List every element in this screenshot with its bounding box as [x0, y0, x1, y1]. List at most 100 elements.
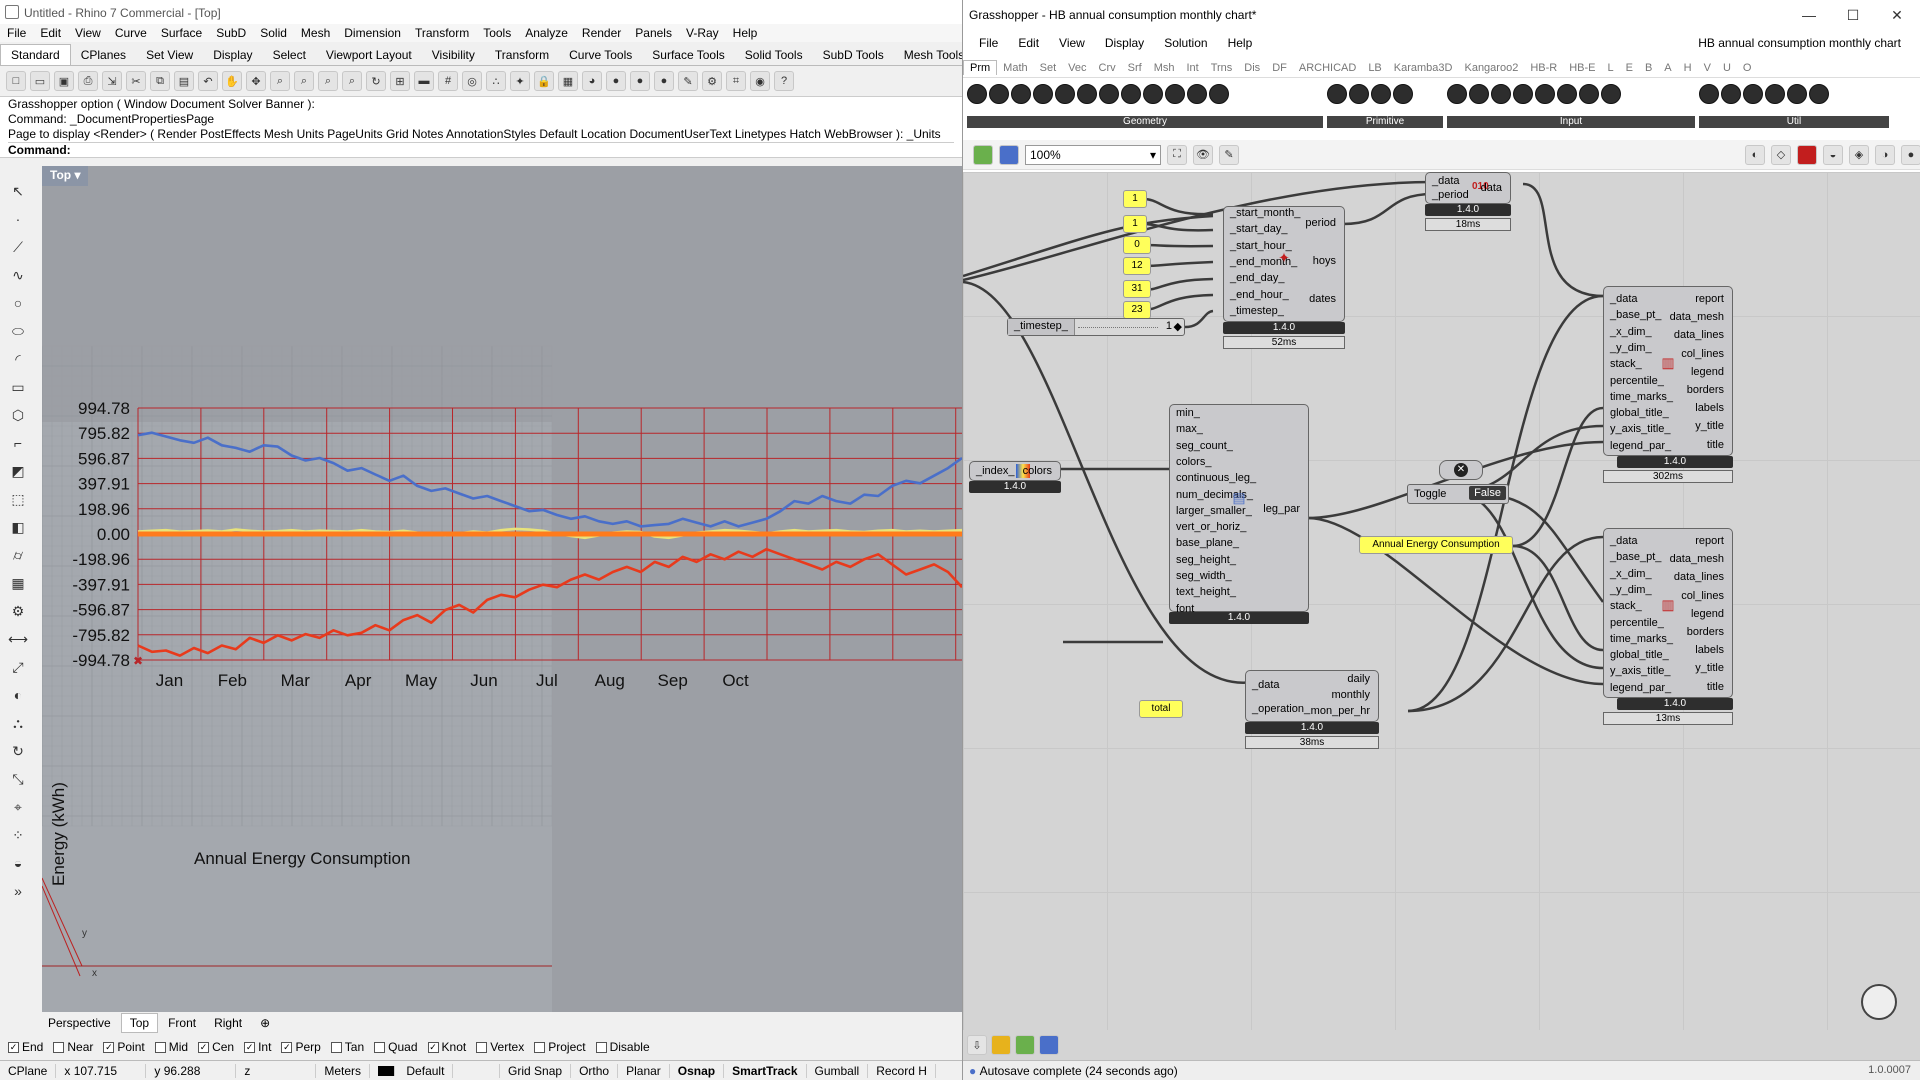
circle-icon[interactable]: ○ [8, 292, 28, 314]
osnap-quad[interactable]: Quad [374, 1040, 418, 1054]
param-icon[interactable] [1447, 84, 1467, 104]
toggle-value[interactable]: False [1469, 486, 1506, 500]
menu-render[interactable]: Render [575, 26, 628, 40]
python-icon[interactable] [1039, 1035, 1059, 1055]
box-icon[interactable]: ◧ [8, 516, 28, 538]
layer-label[interactable]: Default [370, 1063, 501, 1078]
osnap-int[interactable]: ✓ Int [244, 1040, 271, 1054]
panel-chart-title[interactable]: Annual Energy Consumption [1359, 536, 1513, 554]
osnap-checkbox[interactable] [595, 1041, 607, 1053]
paste-icon[interactable]: ▤ [174, 71, 194, 91]
open-file-icon[interactable]: ▭ [30, 71, 50, 91]
gh-tab-msh[interactable]: Msh [1148, 62, 1181, 74]
toggle-gumball[interactable]: Gumball [807, 1063, 869, 1078]
zoom-window-icon[interactable]: ⌕ [294, 71, 314, 91]
maximize-icon[interactable]: ☐ [1833, 4, 1873, 26]
param-icon[interactable] [1371, 84, 1391, 104]
analyze-icon[interactable]: ⌖ [8, 796, 28, 818]
menu-mesh[interactable]: Mesh [294, 26, 337, 40]
boolean-icon[interactable]: ◐ [8, 684, 28, 706]
shaded-preview-icon[interactable]: ◑ [1875, 144, 1895, 165]
menu-view[interactable]: View [68, 26, 108, 40]
view-tab-top[interactable]: Top [120, 1013, 159, 1033]
wireframe-icon[interactable]: ◇ [1771, 144, 1791, 165]
preview-selected-icon[interactable] [1797, 144, 1817, 165]
properties-icon[interactable]: ⌗ [726, 71, 746, 91]
light-icon[interactable]: ✦ [510, 71, 530, 91]
zoom-icon[interactable]: ⌕ [270, 71, 290, 91]
menu-analyze[interactable]: Analyze [518, 26, 575, 40]
shaded-sphere-icon[interactable]: ● [606, 71, 626, 91]
command-prompt[interactable]: Command: [8, 142, 954, 158]
osnap-end[interactable]: ✓ End [8, 1040, 43, 1054]
osnap-vertex[interactable]: Vertex [476, 1040, 524, 1054]
slider-grip-icon[interactable]: ◆ [1174, 320, 1182, 333]
view-tab-front[interactable]: Front [160, 1014, 204, 1032]
menu-panels[interactable]: Panels [628, 26, 679, 40]
document-preview-icon[interactable]: ◒ [1823, 144, 1843, 165]
menu-dimension[interactable]: Dimension [337, 26, 408, 40]
param-icon[interactable] [1327, 84, 1347, 104]
toggle-record-history[interactable]: Record H [868, 1063, 936, 1078]
menu-tools[interactable]: Tools [476, 26, 518, 40]
select-arrow-icon[interactable]: ↖ [8, 180, 28, 202]
gh-tab-int[interactable]: Int [1180, 62, 1204, 74]
param-icon[interactable] [1809, 84, 1829, 104]
param-icon[interactable] [1209, 84, 1229, 104]
toggle-osnap[interactable]: Osnap [670, 1063, 725, 1078]
ribbon-label-input[interactable]: Input [1447, 116, 1695, 128]
osnap-checkbox[interactable]: ✓ [281, 1041, 293, 1053]
zoom-select[interactable]: 100% ▾ [1025, 144, 1161, 165]
gh-tab-kangaroo2[interactable]: Kangaroo2 [1458, 62, 1524, 74]
param-icon[interactable] [1055, 84, 1075, 104]
osnap-perp[interactable]: ✓ Perp [281, 1040, 321, 1054]
tab-surface-tools[interactable]: Surface Tools [642, 45, 735, 65]
import-icon[interactable]: ⇲ [102, 71, 122, 91]
gh-tab-dis[interactable]: Dis [1238, 62, 1266, 74]
grasshopper-icon[interactable]: ◉ [750, 71, 770, 91]
param-icon[interactable] [1011, 84, 1031, 104]
pan-hand-icon[interactable]: ✋ [222, 71, 242, 91]
save-icon[interactable]: ▣ [54, 71, 74, 91]
preview-eye-icon[interactable]: 👁 [1193, 144, 1213, 165]
gh-tab-math[interactable]: Math [997, 62, 1033, 74]
menu-transform[interactable]: Transform [408, 26, 476, 40]
galapagos-icon[interactable] [991, 1035, 1011, 1055]
render-sphere-icon[interactable]: ● [630, 71, 650, 91]
ribbon-label-primitive[interactable]: Primitive [1327, 116, 1443, 128]
osnap-tan[interactable]: Tan [330, 1040, 364, 1054]
ellipse-icon[interactable]: ⬭ [8, 320, 28, 342]
gh-tab-df[interactable]: DF [1266, 62, 1293, 74]
param-icon[interactable] [1743, 84, 1763, 104]
car-icon[interactable]: ▬ [414, 71, 434, 91]
surface-icon[interactable]: ◩ [8, 460, 28, 482]
cplane-label[interactable]: CPlane [0, 1063, 57, 1078]
panel-start-day[interactable]: 1 [1123, 215, 1147, 233]
copy-icon[interactable]: ⧉ [150, 71, 170, 91]
osnap-checkbox[interactable]: ✓ [198, 1041, 210, 1053]
tab-standard[interactable]: Standard [0, 44, 71, 65]
param-icon[interactable] [1557, 84, 1577, 104]
navigation-compass-icon[interactable] [1861, 984, 1897, 1020]
gh-tab-trns[interactable]: Trns [1205, 62, 1239, 74]
menu-solid[interactable]: Solid [253, 26, 294, 40]
gh-menu-edit[interactable]: Edit [1008, 36, 1049, 50]
gh-tab-h[interactable]: H [1678, 62, 1698, 74]
cut-icon[interactable]: ✂ [126, 71, 146, 91]
toggle-planar[interactable]: Planar [618, 1063, 670, 1078]
menu-subd[interactable]: SubD [209, 26, 253, 40]
gh-tab-srf[interactable]: Srf [1122, 62, 1148, 74]
sketch-pen-icon[interactable]: ✎ [1219, 144, 1239, 165]
gh-tab-prm[interactable]: Prm [963, 60, 998, 75]
rectangle-icon[interactable]: ▭ [8, 376, 28, 398]
color-wheel-icon[interactable]: ◕ [582, 71, 602, 91]
viewport-layout-icon[interactable]: ⊞ [390, 71, 410, 91]
param-icon[interactable] [1469, 84, 1489, 104]
grid-icon[interactable]: # [438, 71, 458, 91]
close-icon[interactable]: ✕ [1877, 4, 1917, 26]
osnap-knot[interactable]: ✓ Knot [427, 1040, 466, 1054]
points-icon[interactable]: ∴ [486, 71, 506, 91]
group-icon[interactable]: ⛬ [8, 712, 28, 734]
save-file-icon[interactable] [999, 144, 1019, 165]
panel-operation-total[interactable]: total [1139, 700, 1183, 718]
